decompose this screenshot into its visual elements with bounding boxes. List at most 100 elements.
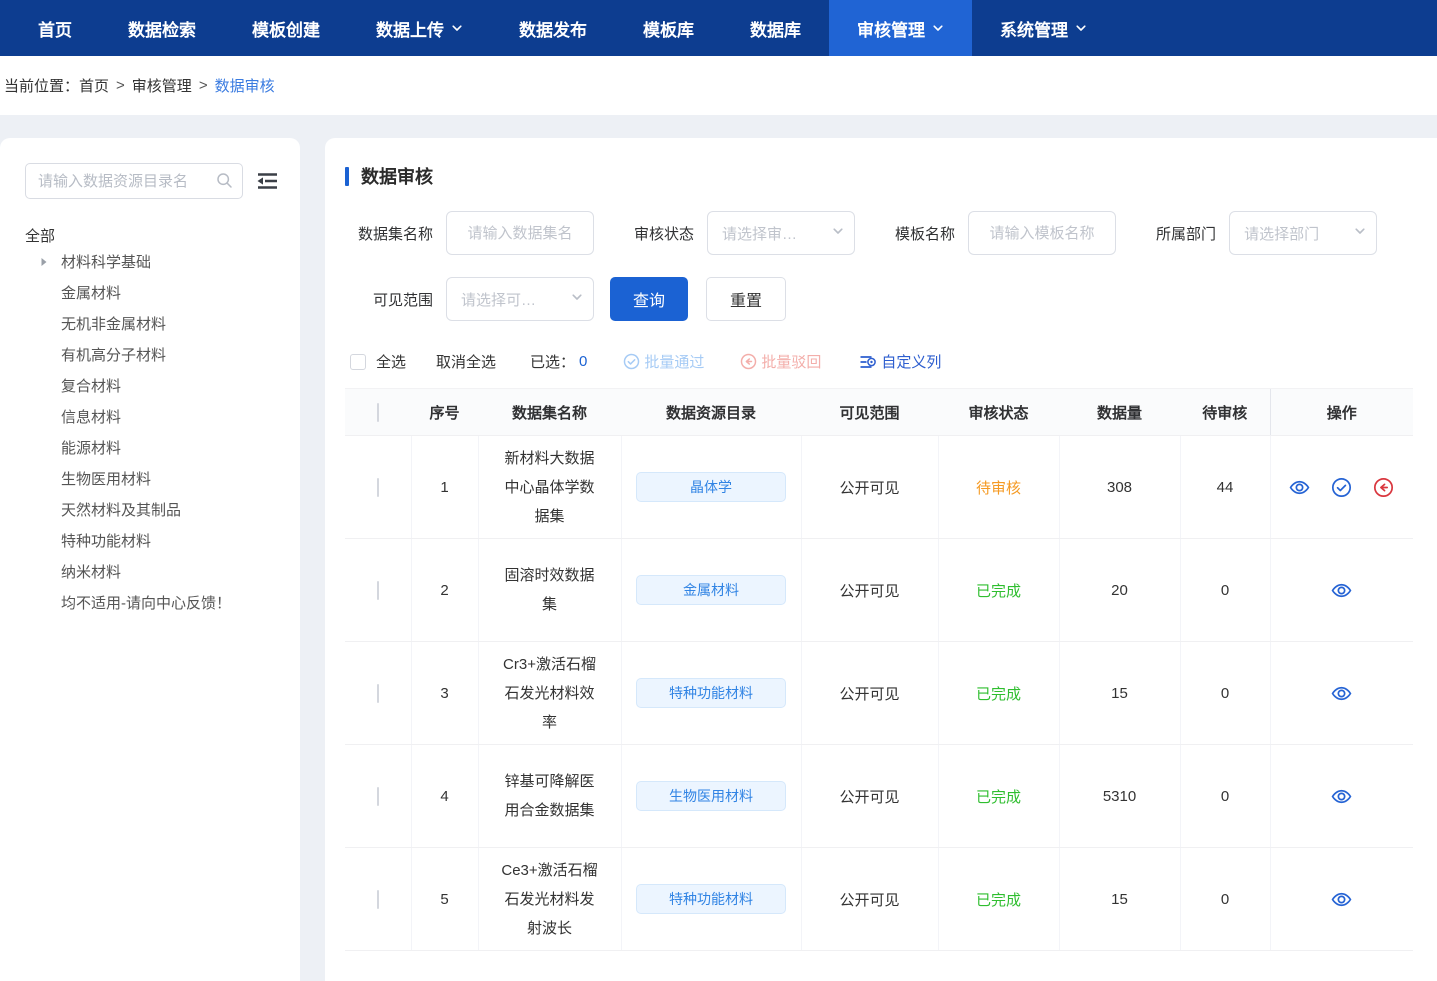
nav-item-模板创建[interactable]: 模板创建	[224, 0, 348, 56]
batch-approve-button[interactable]: 批量通过	[623, 351, 704, 372]
filter-field-审核状态: 审核状态请选择审…	[634, 211, 855, 255]
filter-select-可见范围[interactable]: 请选择可…	[446, 277, 594, 321]
approve-icon[interactable]	[1331, 477, 1352, 498]
nav-item-数据库[interactable]: 数据库	[722, 0, 829, 56]
row-checkbox[interactable]	[377, 478, 379, 497]
row-checkbox[interactable]	[377, 890, 379, 909]
data-count-cell: 308	[1059, 436, 1180, 539]
view-icon[interactable]	[1331, 786, 1352, 807]
filter-input-field[interactable]	[447, 225, 593, 242]
status-cell: 已完成	[938, 745, 1059, 848]
nav-item-审核管理[interactable]: 审核管理	[829, 0, 972, 56]
selected-count: 0	[579, 353, 587, 370]
select-all-label[interactable]: 全选	[376, 351, 406, 372]
sidebar-item-特种功能材料[interactable]: 特种功能材料	[39, 525, 280, 556]
select-all-checkbox[interactable]	[350, 354, 366, 370]
catalog-search-input[interactable]	[25, 163, 243, 199]
sidebar-item-天然材料及其制品[interactable]: 天然材料及其制品	[39, 494, 280, 525]
sidebar-item-label: 天然材料及其制品	[61, 499, 181, 520]
catalog-cell: 晶体学	[621, 436, 801, 539]
sidebar-item-生物医用材料[interactable]: 生物医用材料	[39, 463, 280, 494]
visibility-cell: 公开可见	[801, 642, 938, 745]
caret-right-icon[interactable]	[39, 257, 61, 267]
view-icon[interactable]	[1331, 889, 1352, 910]
row-checkbox[interactable]	[377, 787, 379, 806]
nav-item-数据上传[interactable]: 数据上传	[348, 0, 491, 56]
pending-count-cell: 0	[1180, 539, 1270, 642]
breadcrumb-item[interactable]: 审核管理	[132, 75, 192, 96]
nav-item-数据发布[interactable]: 数据发布	[491, 0, 615, 56]
row-index: 5	[411, 848, 478, 951]
filter-row-2: 可见范围请选择可… 查询 重置	[345, 277, 1416, 321]
view-icon[interactable]	[1331, 580, 1352, 601]
nav-item-模板库[interactable]: 模板库	[615, 0, 722, 56]
batch-reject-button[interactable]: 批量驳回	[740, 351, 821, 372]
top-navigation: 首页数据检索模板创建数据上传数据发布模板库数据库审核管理系统管理	[0, 0, 1437, 56]
filter-input-field[interactable]	[969, 225, 1115, 242]
column-header-数据集名称: 数据集名称	[478, 389, 621, 436]
catalog-tag[interactable]: 特种功能材料	[636, 678, 786, 708]
sidebar-item-均不适用-请向中心反馈！[interactable]: 均不适用-请向中心反馈！	[39, 587, 280, 618]
catalog-tag[interactable]: 生物医用材料	[636, 781, 786, 811]
sidebar-item-label: 纳米材料	[61, 561, 121, 582]
operations-cell	[1270, 745, 1413, 848]
row-checkbox-cell	[345, 539, 411, 642]
nav-item-系统管理[interactable]: 系统管理	[972, 0, 1115, 56]
sidebar-item-label: 特种功能材料	[61, 530, 151, 551]
batch-reject-label: 批量驳回	[761, 351, 821, 372]
row-checkbox[interactable]	[377, 581, 379, 600]
filter-select-所属部门[interactable]: 请选择部门	[1229, 211, 1377, 255]
nav-item-数据检索[interactable]: 数据检索	[100, 0, 224, 56]
batch-approve-label: 批量通过	[644, 351, 704, 372]
reset-button[interactable]: 重置	[706, 277, 786, 321]
catalog-tag[interactable]: 晶体学	[636, 472, 786, 502]
nav-item-首页[interactable]: 首页	[10, 0, 100, 56]
breadcrumb-item[interactable]: 数据审核	[215, 75, 275, 96]
sidebar-item-复合材料[interactable]: 复合材料	[39, 370, 280, 401]
operations	[1271, 683, 1414, 704]
table-row: 4锌基可降解医用合金数据集生物医用材料公开可见已完成53100	[345, 745, 1413, 848]
sidebar-item-能源材料[interactable]: 能源材料	[39, 432, 280, 463]
column-header-审核状态: 审核状态	[938, 389, 1059, 436]
filter-row-1: 数据集名称审核状态请选择审…模板名称所属部门请选择部门	[345, 211, 1416, 255]
reject-icon[interactable]	[1373, 477, 1394, 498]
sidebar-item-有机高分子材料[interactable]: 有机高分子材料	[39, 339, 280, 370]
dataset-name: Cr3+激活石榴石发光材料效率	[478, 642, 621, 745]
header-checkbox[interactable]	[377, 403, 379, 422]
search-icon	[216, 172, 233, 194]
row-checkbox[interactable]	[377, 684, 379, 703]
column-header-数据量: 数据量	[1059, 389, 1180, 436]
unselect-all-button[interactable]: 取消全选	[436, 351, 496, 372]
catalog-tag[interactable]: 金属材料	[636, 575, 786, 605]
row-index: 1	[411, 436, 478, 539]
select-placeholder: 请选择部门	[1244, 223, 1319, 244]
sidebar-item-材料科学基础[interactable]: 材料科学基础	[39, 246, 280, 277]
sidebar-item-纳米材料[interactable]: 纳米材料	[39, 556, 280, 587]
filter-label: 可见范围	[373, 289, 433, 310]
catalog-tag[interactable]: 特种功能材料	[636, 884, 786, 914]
title-accent-bar	[345, 167, 349, 186]
dataset-name: 固溶时效数据集	[478, 539, 621, 642]
breadcrumb-item[interactable]: 首页	[79, 75, 109, 96]
view-icon[interactable]	[1331, 683, 1352, 704]
collapse-tree-icon[interactable]	[255, 170, 280, 192]
main-panel: 数据审核 数据集名称审核状态请选择审…模板名称所属部门请选择部门 可见范围请选择…	[325, 138, 1437, 981]
sidebar-item-无机非金属材料[interactable]: 无机非金属材料	[39, 308, 280, 339]
sidebar-item-金属材料[interactable]: 金属材料	[39, 277, 280, 308]
custom-columns-button[interactable]: 自定义列	[859, 351, 941, 372]
operations-cell	[1270, 436, 1413, 539]
catalog-search	[25, 163, 243, 199]
sidebar-item-label: 材料科学基础	[61, 251, 151, 272]
custom-columns-label: 自定义列	[881, 351, 941, 372]
header-checkbox-cell	[345, 389, 411, 436]
catalog-cell: 生物医用材料	[621, 745, 801, 848]
operations	[1271, 477, 1414, 498]
view-icon[interactable]	[1289, 477, 1310, 498]
sidebar-item-信息材料[interactable]: 信息材料	[39, 401, 280, 432]
tree-item-all[interactable]: 全部	[25, 225, 280, 246]
visibility-cell: 公开可见	[801, 539, 938, 642]
visibility-cell: 公开可见	[801, 848, 938, 951]
filter-select-审核状态[interactable]: 请选择审…	[707, 211, 855, 255]
breadcrumb-prefix: 当前位置：	[4, 75, 79, 96]
search-button[interactable]: 查询	[610, 277, 688, 321]
